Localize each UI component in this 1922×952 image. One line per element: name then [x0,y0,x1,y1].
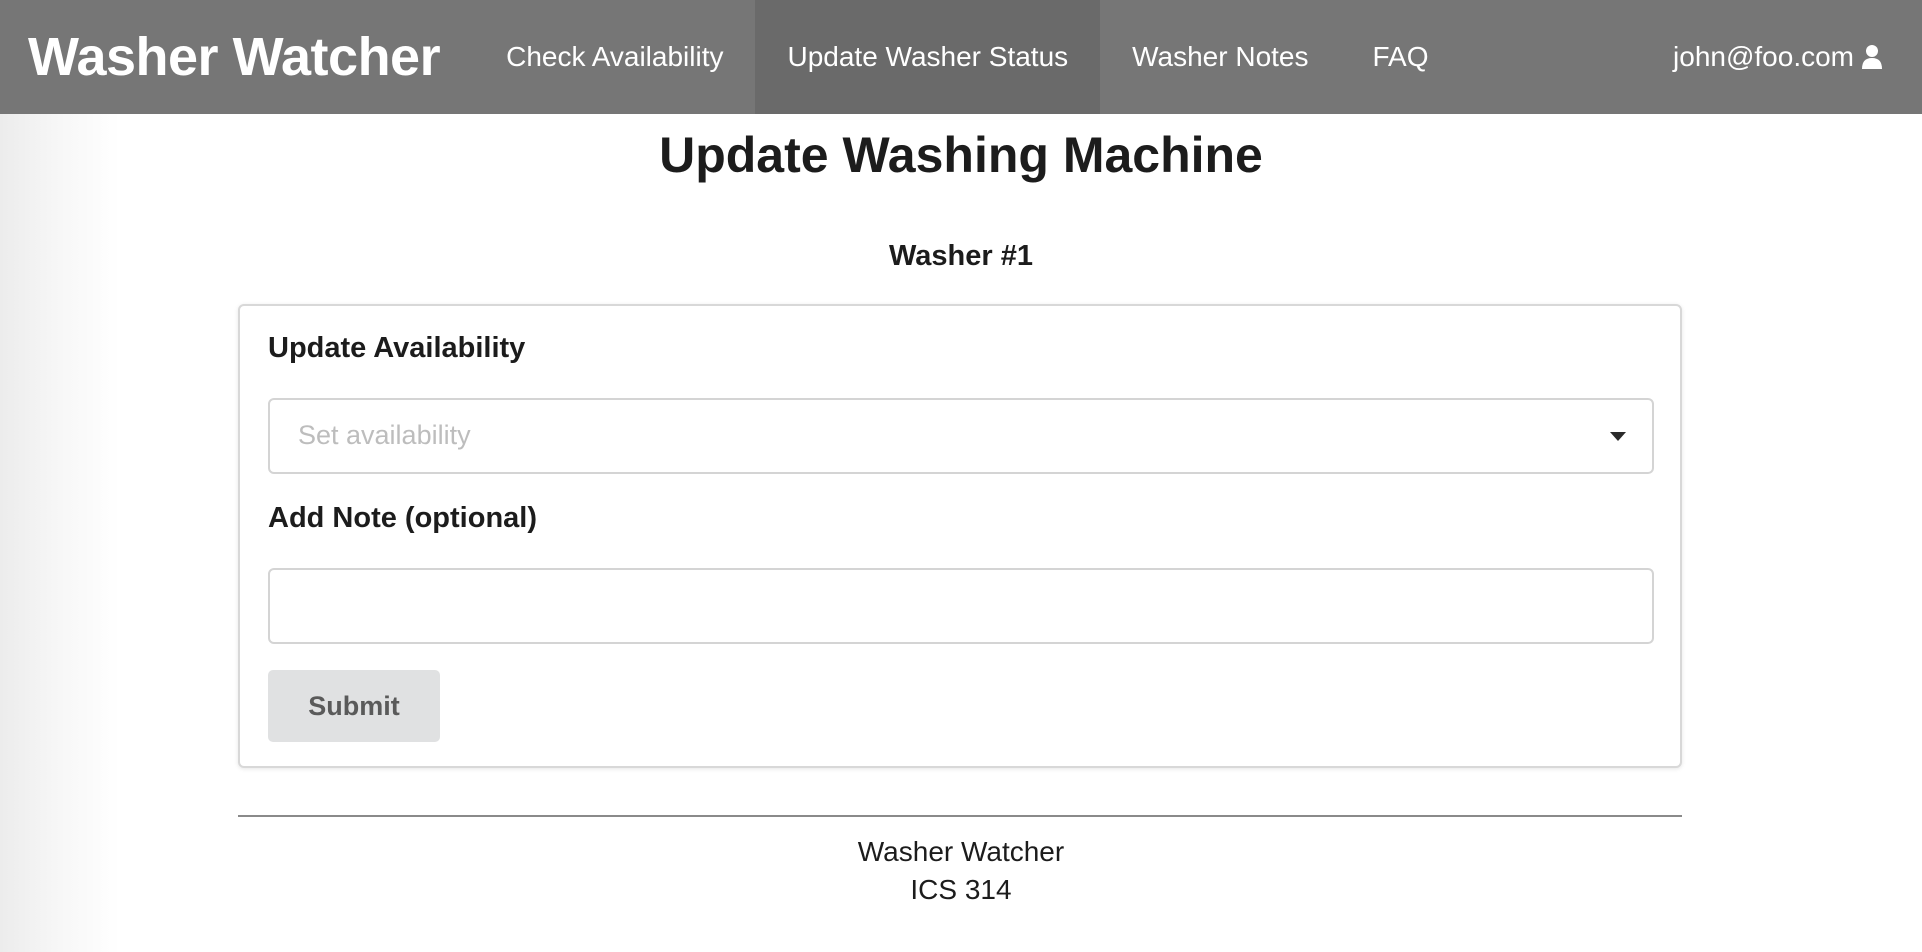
page-title: Update Washing Machine [659,127,1263,183]
user-icon [1862,44,1882,70]
note-label: Add Note (optional) [268,502,538,534]
footer-course-name: ICS 314 [910,874,1012,905]
brand-logo-link[interactable]: Washer Watcher [0,0,474,114]
availability-select-placeholder: Set availability [298,420,471,450]
nav-item-faq[interactable]: FAQ [1341,0,1461,114]
footer-divider [238,815,1682,817]
dropdown-caret-icon [1610,432,1626,441]
availability-select[interactable]: Set availability [268,398,1654,474]
top-navbar: Washer Watcher Check Availability Update… [0,0,1922,114]
note-input[interactable] [268,568,1654,644]
washer-name-heading: Washer #1 [889,240,1033,272]
nav-item-update-washer-status[interactable]: Update Washer Status [755,0,1101,114]
update-washer-form: Update Availability Set availability Add… [238,304,1682,768]
user-email: john@foo.com [1673,41,1854,72]
nav-item-check-availability[interactable]: Check Availability [474,0,755,114]
submit-button[interactable]: Submit [268,670,440,742]
nav-item-washer-notes[interactable]: Washer Notes [1100,0,1340,114]
availability-label: Update Availability [268,332,526,364]
footer-app-name: Washer Watcher [857,836,1065,867]
user-menu-dropdown[interactable]: john@foo.com [1653,0,1922,114]
